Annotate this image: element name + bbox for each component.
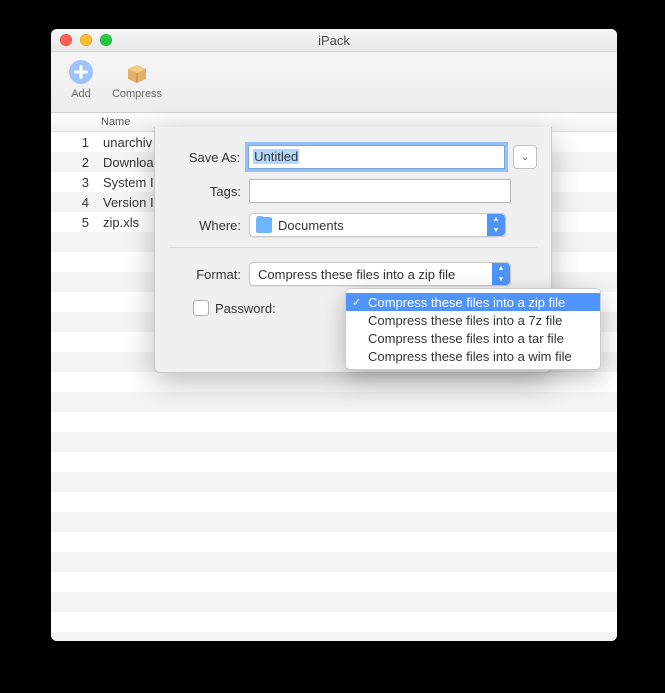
row-index: 1 <box>51 135 97 150</box>
where-value: Documents <box>278 218 344 233</box>
table-row <box>51 552 617 572</box>
compress-label: Compress <box>112 88 162 100</box>
where-label: Where: <box>169 218 249 233</box>
save-as-label: Save As: <box>169 150 248 165</box>
zoom-window-button[interactable] <box>100 34 112 46</box>
table-row <box>51 452 617 472</box>
password-checkbox[interactable] <box>193 300 209 316</box>
table-row <box>51 412 617 432</box>
window-title: iPack <box>51 33 617 48</box>
format-option-label: Compress these files into a wim file <box>368 349 572 364</box>
close-window-button[interactable] <box>60 34 72 46</box>
compress-button[interactable]: Compress <box>115 56 159 112</box>
add-button[interactable]: Add <box>59 56 103 112</box>
save-as-input[interactable]: Untitled <box>248 145 505 169</box>
plus-circle-icon <box>67 58 95 86</box>
tags-label: Tags: <box>169 184 249 199</box>
table-row <box>51 612 617 632</box>
table-row <box>51 532 617 552</box>
titlebar: iPack <box>51 29 617 52</box>
format-option[interactable]: Compress these files into a 7z file <box>346 311 600 329</box>
row-index: 5 <box>51 215 97 230</box>
table-row <box>51 472 617 492</box>
format-option[interactable]: Compress these files into a tar file <box>346 329 600 347</box>
window-controls <box>51 34 112 46</box>
table-row <box>51 572 617 592</box>
expand-save-panel-button[interactable]: ⌄ <box>513 145 537 169</box>
where-stepper-icon: ▲▼ <box>487 214 505 236</box>
check-icon: ✓ <box>352 296 361 309</box>
table-row <box>51 512 617 532</box>
format-value: Compress these files into a zip file <box>258 267 455 282</box>
table-row <box>51 392 617 412</box>
format-option[interactable]: Compress these files into a wim file <box>346 347 600 365</box>
table-row <box>51 432 617 452</box>
toolbar: Add Compress <box>51 52 617 113</box>
row-index: 2 <box>51 155 97 170</box>
format-option-label: Compress these files into a 7z file <box>368 313 562 328</box>
save-as-value: Untitled <box>253 149 299 164</box>
index-column[interactable] <box>51 113 95 131</box>
format-dropdown-menu: ✓ Compress these files into a zip file Com… <box>345 288 601 370</box>
format-label: Format: <box>169 267 249 282</box>
app-window: iPack Add Compress <box>51 29 617 641</box>
format-option[interactable]: ✓ Compress these files into a zip file <box>346 293 600 311</box>
format-stepper-icon: ▲▼ <box>492 263 510 285</box>
row-index: 3 <box>51 175 97 190</box>
add-label: Add <box>71 88 91 100</box>
where-select[interactable]: Documents ▲▼ <box>249 213 506 237</box>
table-row <box>51 492 617 512</box>
password-label: Password: <box>215 301 276 316</box>
minimize-window-button[interactable] <box>80 34 92 46</box>
sheet-divider <box>169 247 537 248</box>
table-row <box>51 592 617 612</box>
format-option-label: Compress these files into a zip file <box>368 295 565 310</box>
table-row <box>51 632 617 641</box>
chevron-down-icon: ⌄ <box>521 152 529 163</box>
format-select[interactable]: Compress these files into a zip file ▲▼ <box>249 262 511 286</box>
tags-input[interactable] <box>249 179 511 203</box>
format-option-label: Compress these files into a tar file <box>368 331 564 346</box>
folder-icon <box>256 217 272 233</box>
box-icon <box>123 58 151 86</box>
row-index: 4 <box>51 195 97 210</box>
table-row <box>51 372 617 392</box>
